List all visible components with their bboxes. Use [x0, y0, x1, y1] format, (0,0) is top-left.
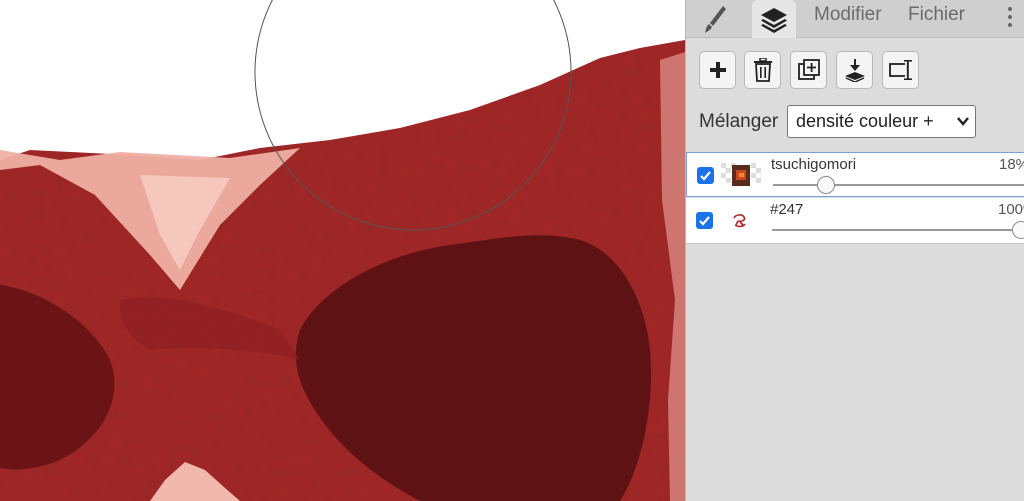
plus-icon [709, 62, 726, 78]
layer-opacity-value: 18% [999, 156, 1024, 173]
delete-layer-button[interactable] [744, 51, 781, 89]
rename-layer-button[interactable] [882, 51, 919, 89]
layer-opacity-value: 100% [998, 201, 1024, 218]
layer-opacity-track[interactable] [772, 229, 1024, 231]
layers-icon[interactable] [752, 0, 796, 38]
canvas-artwork [0, 0, 685, 501]
more-vertical-icon[interactable] [1000, 2, 1020, 32]
layer-name: tsuchigomori [771, 156, 857, 173]
layer-opacity-slider[interactable] [1012, 221, 1024, 239]
duplicate-layer-button[interactable] [790, 51, 827, 89]
layer-visibility-checkbox[interactable] [696, 212, 713, 229]
tab-fichier[interactable]: Fichier [908, 0, 965, 38]
rename-icon [888, 60, 912, 80]
layer-opacity-slider[interactable] [817, 176, 835, 194]
add-layer-button[interactable] [699, 51, 736, 89]
merge-down-button[interactable] [836, 51, 873, 89]
layer-thumbnail [720, 208, 760, 232]
chevron-down-icon [957, 106, 969, 137]
brush-icon[interactable] [694, 0, 738, 38]
layer-row[interactable]: tsuchigomori 18% [686, 152, 1024, 197]
blend-mode-select[interactable]: densité couleur + [787, 105, 976, 138]
layer-row[interactable]: #247 100% [686, 198, 1024, 244]
panel-tab-bar: Modifier Fichier [686, 0, 1024, 38]
layers-panel: Modifier Fichier Mélanger densité couleu… [685, 0, 1024, 501]
layer-opacity-track[interactable] [773, 184, 1024, 186]
tab-modifier[interactable]: Modifier [814, 0, 882, 38]
trash-icon [753, 58, 772, 82]
layer-visibility-checkbox[interactable] [697, 167, 714, 184]
blend-mode-value: densité couleur + [796, 111, 934, 131]
layer-thumbnail [721, 163, 761, 187]
blend-mode-label: Mélanger [699, 111, 779, 132]
drawing-canvas[interactable] [0, 0, 685, 501]
layer-name: #247 [770, 201, 804, 218]
merge-down-icon [844, 59, 865, 82]
duplicate-icon [797, 59, 820, 80]
